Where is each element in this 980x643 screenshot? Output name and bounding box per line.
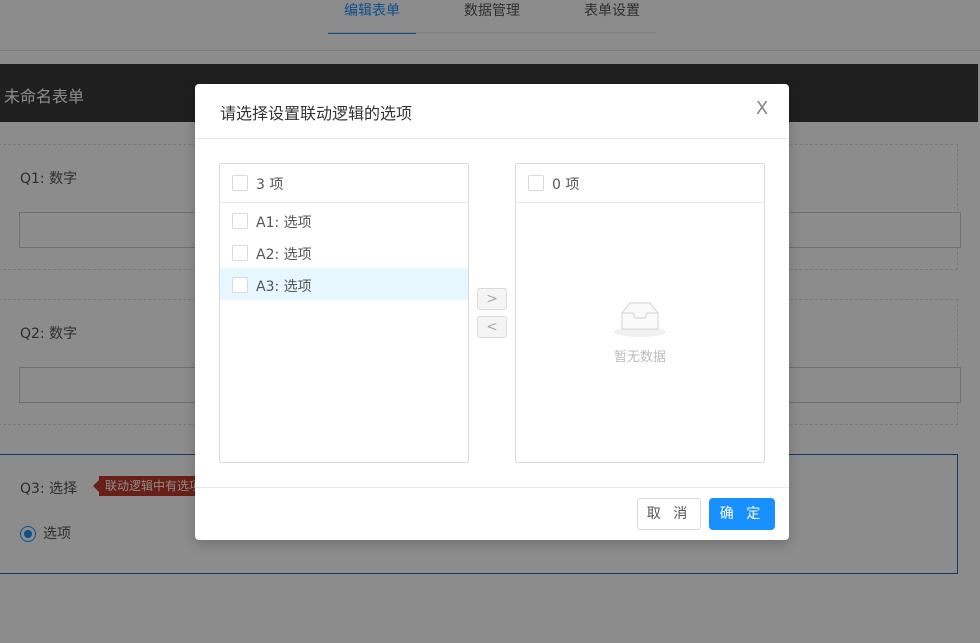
modal-header: 请选择设置联动逻辑的选项 X <box>195 84 789 139</box>
source-list-header: 3 项 <box>220 164 468 203</box>
select-all-checkbox[interactable] <box>232 175 248 191</box>
source-count: 3 项 <box>256 177 284 193</box>
list-item[interactable]: A2: 选项 <box>220 236 468 268</box>
empty-text: 暂无数据 <box>613 350 666 365</box>
move-right-button[interactable]: > <box>477 288 507 310</box>
item-checkbox[interactable] <box>232 277 248 293</box>
select-all-checkbox[interactable] <box>528 175 544 191</box>
item-checkbox[interactable] <box>232 245 248 261</box>
target-list-header: 0 项 <box>516 164 764 203</box>
cancel-button[interactable]: 取 消 <box>637 498 701 530</box>
modal-title: 请选择设置联动逻辑的选项 <box>220 104 413 123</box>
list-item-label: A1: 选项 <box>256 215 312 231</box>
list-item-label: A3: 选项 <box>256 279 312 295</box>
source-list: 3 项 A1: 选项 A2: 选项 A3: 选项 <box>219 163 469 463</box>
move-left-button[interactable]: < <box>477 316 507 338</box>
target-count: 0 项 <box>552 177 580 193</box>
target-list: 0 项 暂无数据 <box>515 163 765 463</box>
modal-footer: 取 消 确 定 <box>195 487 789 541</box>
item-checkbox[interactable] <box>232 213 248 229</box>
empty-inbox-icon <box>614 302 666 337</box>
list-item[interactable]: A1: 选项 <box>220 204 468 236</box>
list-item-label: A2: 选项 <box>256 247 312 263</box>
linkage-logic-modal: 请选择设置联动逻辑的选项 X 3 项 A1: 选项 A2: 选项 A3: 选项 … <box>195 84 789 540</box>
list-item[interactable]: A3: 选项 <box>220 268 468 300</box>
confirm-button[interactable]: 确 定 <box>709 498 775 530</box>
close-icon[interactable]: X <box>751 98 773 120</box>
